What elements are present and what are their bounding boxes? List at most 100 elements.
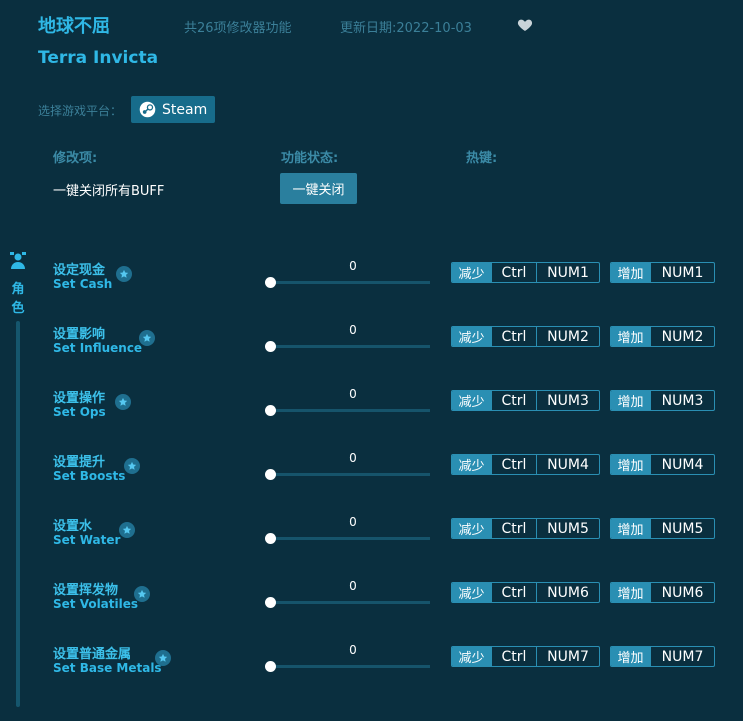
decrease-key: NUM7 [536, 647, 599, 666]
slider-track[interactable] [270, 345, 430, 348]
mod-name-en: Set Water [53, 533, 121, 547]
slider-track[interactable] [270, 409, 430, 412]
increase-hotkey[interactable]: 增加 NUM3 [610, 390, 715, 411]
increase-key: NUM3 [650, 391, 714, 410]
modifier-key: Ctrl [491, 327, 536, 346]
increase-hotkey[interactable]: 增加 NUM4 [610, 454, 715, 475]
increase-tag: 增加 [611, 583, 650, 602]
slider-track[interactable] [270, 601, 430, 604]
slider-track[interactable] [270, 665, 430, 668]
slider-value: 0 [349, 323, 357, 337]
increase-key: NUM5 [650, 519, 714, 538]
favorite-star-icon[interactable] [116, 266, 132, 282]
favorite-star-icon[interactable] [115, 394, 131, 410]
favorite-star-icon[interactable] [155, 650, 171, 666]
slider-handle[interactable] [265, 469, 276, 480]
mod-row: 设置提升 Set Boosts 0 减少 Ctrl NUM4 增加 NUM4 [0, 451, 743, 511]
decrease-key: NUM3 [536, 391, 599, 410]
increase-tag: 增加 [611, 327, 650, 346]
increase-key: NUM2 [650, 327, 714, 346]
slider-handle[interactable] [265, 597, 276, 608]
close-all-button[interactable]: 一键关闭 [280, 173, 357, 204]
increase-hotkey[interactable]: 增加 NUM1 [610, 262, 715, 283]
favorite-star-icon[interactable] [119, 522, 135, 538]
mod-row: 设置影响 Set Influence 0 减少 Ctrl NUM2 增加 NUM… [0, 323, 743, 383]
slider-handle[interactable] [265, 341, 276, 352]
update-date: 更新日期:2022-10-03 [340, 21, 472, 36]
increase-tag: 增加 [611, 263, 650, 282]
decrease-key: NUM2 [536, 327, 599, 346]
mod-row: 设置操作 Set Ops 0 减少 Ctrl NUM3 增加 NUM3 [0, 387, 743, 447]
mod-name-en: Set Influence [53, 341, 143, 355]
game-subtitle: Terra Invicta [38, 48, 159, 68]
decrease-tag: 减少 [452, 647, 491, 666]
decrease-key: NUM6 [536, 583, 599, 602]
slider-value: 0 [349, 387, 357, 401]
increase-hotkey[interactable]: 增加 NUM6 [610, 582, 715, 603]
mod-row: 设置水 Set Water 0 减少 Ctrl NUM5 增加 NUM5 [0, 515, 743, 575]
decrease-hotkey[interactable]: 减少 Ctrl NUM1 [451, 262, 600, 283]
slider-track[interactable] [270, 537, 430, 540]
mod-name-en: Set Cash [53, 277, 113, 291]
favorite-star-icon[interactable] [139, 330, 155, 346]
slider-handle[interactable] [265, 277, 276, 288]
mod-name-cn: 设置操作 [53, 391, 106, 406]
modifier-key: Ctrl [491, 263, 536, 282]
modifier-key: Ctrl [491, 391, 536, 410]
mod-name-cn: 设置挥发物 [53, 583, 119, 598]
mod-row: 设置挥发物 Set Volatiles 0 减少 Ctrl NUM6 增加 NU… [0, 579, 743, 639]
decrease-hotkey[interactable]: 减少 Ctrl NUM3 [451, 390, 600, 411]
modifier-key: Ctrl [491, 519, 536, 538]
slider-value: 0 [349, 643, 357, 657]
modifier-key: Ctrl [491, 583, 536, 602]
slider-handle[interactable] [265, 533, 276, 544]
decrease-key: NUM5 [536, 519, 599, 538]
slider-value: 0 [349, 451, 357, 465]
increase-key: NUM6 [650, 583, 714, 602]
mod-name-cn: 设置普通金属 [53, 647, 132, 662]
mod-name-en: Set Boosts [53, 469, 126, 483]
slider-track[interactable] [270, 281, 430, 284]
slider-handle[interactable] [265, 661, 276, 672]
mod-name-cn: 设定现金 [53, 263, 106, 278]
column-header-hotkey: 热键: [466, 151, 498, 166]
decrease-hotkey[interactable]: 减少 Ctrl NUM5 [451, 518, 600, 539]
mod-name-cn: 设置提升 [53, 455, 106, 470]
feature-count: 共26项修改器功能 [184, 21, 292, 36]
increase-tag: 增加 [611, 647, 650, 666]
increase-key: NUM1 [650, 263, 714, 282]
heart-icon[interactable] [517, 17, 533, 33]
slider-track[interactable] [270, 473, 430, 476]
favorite-star-icon[interactable] [124, 458, 140, 474]
mod-name-en: Set Base Metals [53, 661, 162, 675]
increase-tag: 增加 [611, 391, 650, 410]
favorite-star-icon[interactable] [134, 586, 150, 602]
decrease-key: NUM4 [536, 455, 599, 474]
decrease-tag: 减少 [452, 519, 491, 538]
decrease-tag: 减少 [452, 327, 491, 346]
slider-value: 0 [349, 515, 357, 529]
increase-hotkey[interactable]: 增加 NUM5 [610, 518, 715, 539]
decrease-hotkey[interactable]: 减少 Ctrl NUM4 [451, 454, 600, 475]
increase-hotkey[interactable]: 增加 NUM2 [610, 326, 715, 347]
decrease-tag: 减少 [452, 391, 491, 410]
increase-hotkey[interactable]: 增加 NUM7 [610, 646, 715, 667]
slider-value: 0 [349, 259, 357, 273]
close-all-buff-label: 一键关闭所有BUFF [53, 184, 165, 199]
steam-button[interactable]: Steam [131, 96, 215, 123]
decrease-tag: 减少 [452, 263, 491, 282]
decrease-hotkey[interactable]: 减少 Ctrl NUM7 [451, 646, 600, 667]
decrease-hotkey[interactable]: 减少 Ctrl NUM2 [451, 326, 600, 347]
decrease-hotkey[interactable]: 减少 Ctrl NUM6 [451, 582, 600, 603]
column-header-mod: 修改项: [53, 151, 98, 166]
modifier-key: Ctrl [491, 455, 536, 474]
slider-handle[interactable] [265, 405, 276, 416]
steam-icon [139, 101, 156, 118]
increase-key: NUM4 [650, 455, 714, 474]
modifier-key: Ctrl [491, 647, 536, 666]
slider-value: 0 [349, 579, 357, 593]
decrease-tag: 减少 [452, 583, 491, 602]
increase-tag: 增加 [611, 455, 650, 474]
mod-row: 设置普通金属 Set Base Metals 0 减少 Ctrl NUM7 增加… [0, 643, 743, 703]
decrease-tag: 减少 [452, 455, 491, 474]
